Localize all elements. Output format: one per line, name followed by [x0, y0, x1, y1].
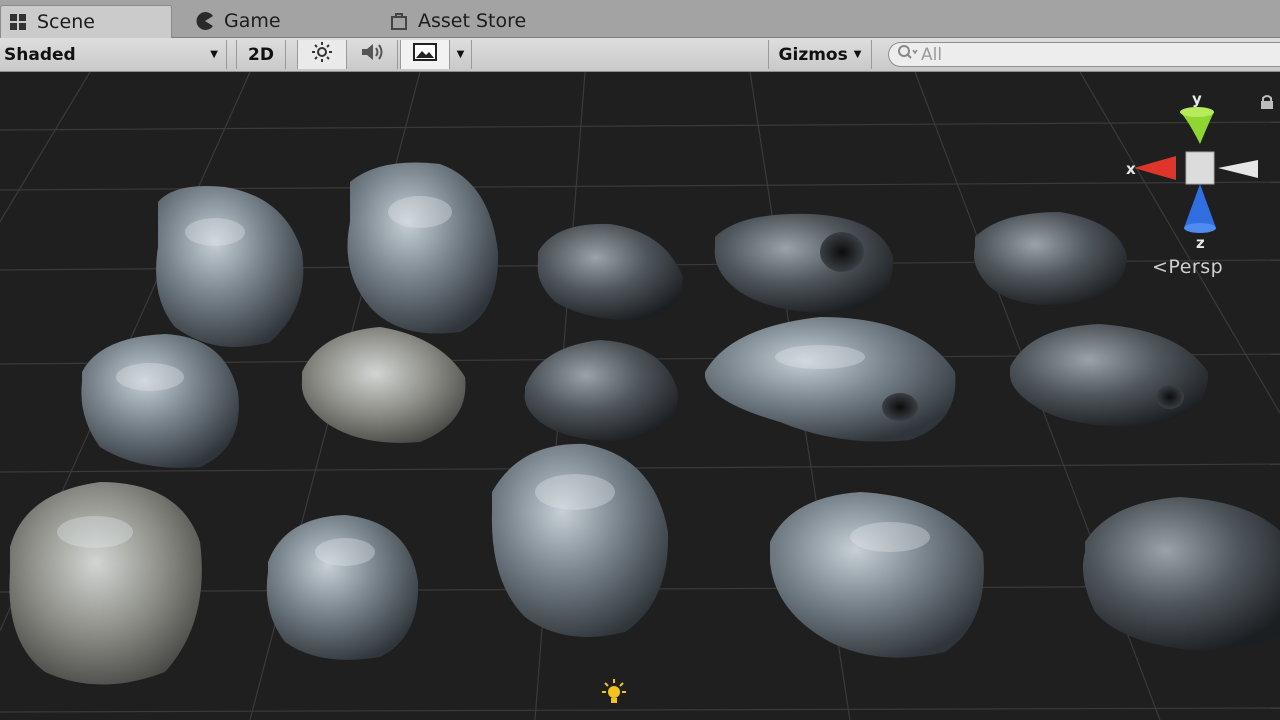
- tab-scene-label: Scene: [37, 11, 95, 33]
- tab-game-label: Game: [224, 9, 281, 32]
- sun-icon: [311, 41, 333, 68]
- rock-2: [347, 162, 499, 334]
- rock-7: [301, 327, 466, 443]
- gizmo-neg-x-cone: [1218, 160, 1258, 178]
- rock-4-hole: [820, 232, 864, 272]
- mode-2d-toggle[interactable]: 2D: [236, 40, 286, 69]
- projection-toggle[interactable]: <Persp: [1152, 256, 1223, 278]
- scene-audio-toggle[interactable]: [348, 40, 398, 69]
- persp-arrow-icon: <: [1152, 256, 1169, 278]
- asset-store-bag-icon: [388, 10, 410, 32]
- tab-asset-store-label: Asset Store: [418, 9, 527, 32]
- scene-toolbar: Shaded ▼ 2D ▼ Gizmos ▼: [0, 38, 1280, 72]
- gizmos-label: Gizmos: [778, 44, 848, 65]
- scene-grid-icon: [7, 11, 29, 33]
- rock-15: [1083, 497, 1280, 651]
- gizmo-x-label: x: [1126, 160, 1136, 178]
- gizmo-y-label: y: [1192, 90, 1202, 108]
- rock-6: [81, 334, 239, 468]
- editor-tab-bar: Scene Game Asset Store: [0, 0, 1280, 38]
- rock-10-hole: [1156, 385, 1184, 409]
- rock-9: [705, 317, 956, 442]
- shading-mode-label: Shaded: [4, 44, 76, 65]
- directional-light-icon[interactable]: [598, 677, 630, 709]
- speaker-icon: [359, 41, 387, 68]
- dropdown-caret-icon: ▼: [853, 49, 862, 60]
- rock-8: [524, 340, 679, 441]
- rock-9-hole: [882, 393, 918, 421]
- search-icon: [897, 44, 919, 65]
- tab-asset-store[interactable]: Asset Store: [388, 4, 526, 37]
- rock-4: [714, 213, 894, 313]
- hierarchy-search-field[interactable]: [888, 42, 1280, 67]
- rock-3: [537, 223, 683, 321]
- rock-13: [491, 443, 669, 637]
- rock-assets: [9, 162, 1280, 685]
- rock-11: [9, 482, 202, 685]
- shading-mode-dropdown[interactable]: Shaded ▼: [0, 40, 227, 69]
- scene-viewport[interactable]: y x z <Persp: [0, 72, 1280, 720]
- image-icon: [413, 43, 437, 66]
- gizmo-center-cube: [1185, 151, 1215, 185]
- gizmos-dropdown[interactable]: Gizmos ▼: [768, 40, 872, 69]
- rock-10: [1009, 324, 1209, 427]
- scene-lighting-toggle[interactable]: [297, 40, 347, 69]
- rock-5: [974, 212, 1127, 305]
- tab-scene[interactable]: Scene: [0, 5, 172, 38]
- dropdown-caret-icon: ▼: [210, 49, 218, 60]
- scene-effects-toggle[interactable]: [400, 40, 450, 69]
- gizmo-x-cone: [1134, 156, 1176, 180]
- tab-game[interactable]: Game: [194, 4, 281, 37]
- rock-14: [770, 492, 984, 658]
- effects-dropdown-caret[interactable]: ▼: [450, 40, 472, 69]
- projection-label: Persp: [1168, 256, 1224, 278]
- gizmo-z-label: z: [1196, 234, 1205, 252]
- rock-12: [266, 515, 419, 660]
- rock-1: [156, 186, 304, 347]
- game-pacman-icon: [194, 10, 216, 32]
- search-input[interactable]: [921, 44, 1261, 65]
